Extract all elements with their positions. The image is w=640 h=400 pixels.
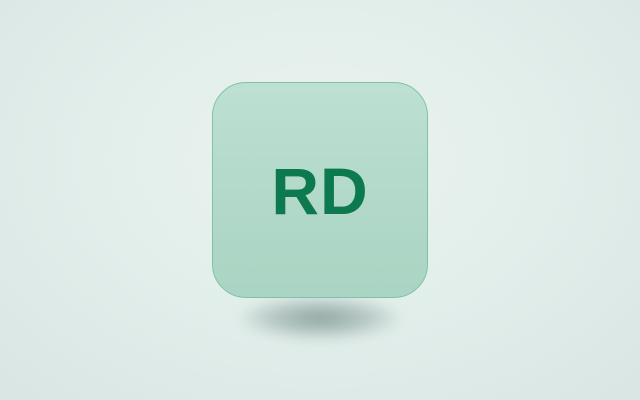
avatar-scene: RD <box>0 0 640 400</box>
avatar-tile: RD <box>212 82 428 298</box>
avatar-initials: RD <box>271 154 369 228</box>
avatar-shadow <box>240 296 400 340</box>
